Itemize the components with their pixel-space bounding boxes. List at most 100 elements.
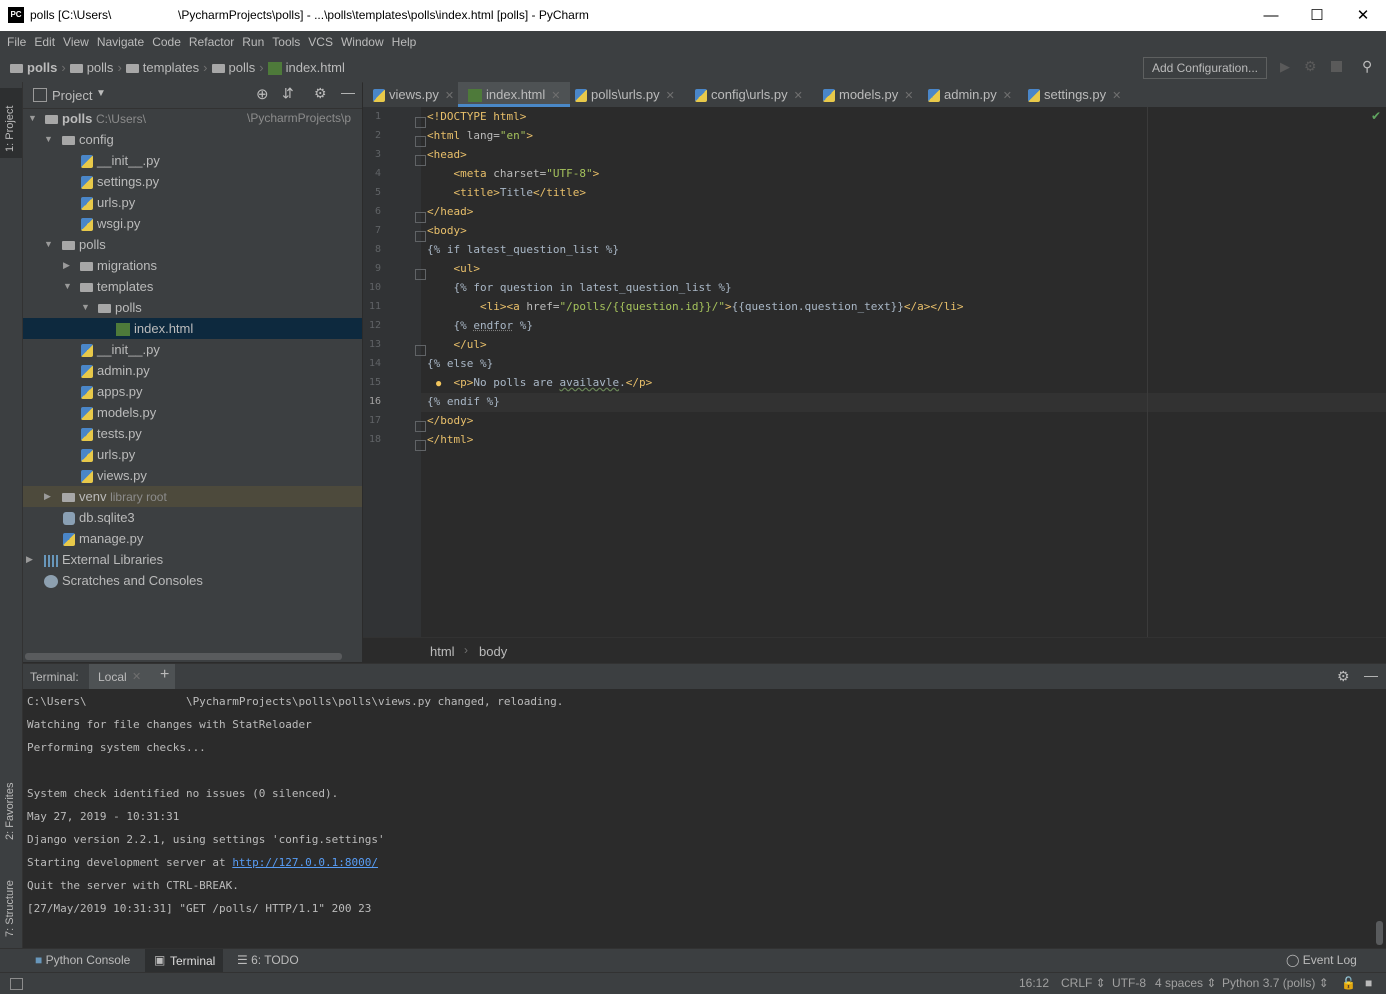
- tree-item[interactable]: db.sqlite3: [23, 507, 362, 528]
- close-tab-icon[interactable]: ✕: [904, 90, 913, 102]
- hide-panel-icon[interactable]: —: [341, 84, 355, 100]
- collapse-all-icon[interactable]: ⇵: [282, 85, 294, 102]
- menu-file[interactable]: File: [3, 31, 30, 54]
- breadcrumb-body[interactable]: body: [479, 644, 507, 659]
- line-separator[interactable]: CRLF ⇕: [1061, 976, 1106, 990]
- file-encoding[interactable]: UTF-8: [1112, 976, 1146, 990]
- close-button[interactable]: ✕: [1340, 0, 1386, 31]
- favorites-tool-tab[interactable]: 2: Favorites: [0, 762, 22, 842]
- breadcrumb-item[interactable]: polls: [229, 60, 256, 75]
- tree-item[interactable]: ▶ External Libraries: [23, 549, 362, 570]
- tree-item[interactable]: ▼ templates: [23, 276, 362, 297]
- menu-run[interactable]: Run: [238, 31, 268, 54]
- close-tab-icon[interactable]: ✕: [794, 90, 803, 102]
- fold-icon[interactable]: [415, 117, 426, 128]
- lightbulb-icon[interactable]: ●: [435, 376, 442, 390]
- tree-item[interactable]: tests.py: [23, 423, 362, 444]
- maximize-button[interactable]: ☐: [1294, 0, 1340, 31]
- menu-refactor[interactable]: Refactor: [185, 31, 238, 54]
- tree-item[interactable]: manage.py: [23, 528, 362, 549]
- menu-code[interactable]: Code: [148, 31, 185, 54]
- close-tab-icon[interactable]: ✕: [666, 90, 675, 102]
- horizontal-scrollbar[interactable]: [25, 653, 342, 660]
- locate-icon[interactable]: ⊕: [256, 85, 269, 103]
- close-tab-icon[interactable]: ✕: [1112, 90, 1121, 102]
- fold-icon[interactable]: [415, 269, 426, 280]
- add-configuration-button[interactable]: Add Configuration...: [1143, 57, 1267, 79]
- tree-item[interactable]: ▼ config: [23, 129, 362, 150]
- tree-item-venv[interactable]: ▶ venv library root: [23, 486, 362, 507]
- fold-icon[interactable]: [415, 345, 426, 356]
- stop-icon[interactable]: [1331, 61, 1342, 72]
- tree-item[interactable]: views.py: [23, 465, 362, 486]
- fold-icon[interactable]: [415, 212, 426, 223]
- project-tool-tab[interactable]: 1: Project: [0, 88, 22, 158]
- todo-tab[interactable]: ☰ 6: TODO: [237, 953, 299, 967]
- fold-icon[interactable]: [415, 136, 426, 147]
- gear-icon[interactable]: ⚙: [314, 85, 327, 102]
- tree-item[interactable]: models.py: [23, 402, 362, 423]
- gear-icon[interactable]: ⚙: [1337, 668, 1350, 685]
- scrollbar-thumb[interactable]: [1376, 921, 1383, 945]
- tree-item-selected[interactable]: index.html: [23, 318, 362, 339]
- python-interpreter[interactable]: Python 3.7 (polls) ⇕: [1222, 976, 1329, 990]
- terminal-tool-tab[interactable]: ▣ Terminal: [145, 949, 223, 973]
- fold-icon[interactable]: [415, 155, 426, 166]
- event-log-tab[interactable]: ◯ Event Log: [1286, 953, 1357, 967]
- menu-tools[interactable]: Tools: [268, 31, 304, 54]
- caret-position[interactable]: 16:12: [1019, 976, 1049, 990]
- close-tab-icon[interactable]: ✕: [132, 670, 141, 683]
- python-console-tab[interactable]: ■ Python Console: [35, 953, 130, 967]
- close-tab-icon[interactable]: ✕: [1003, 90, 1012, 102]
- tree-item[interactable]: settings.py: [23, 171, 362, 192]
- tab-models-py[interactable]: models.py ✕: [813, 82, 923, 107]
- lock-icon[interactable]: 🔓: [1341, 976, 1356, 990]
- hide-panel-icon[interactable]: —: [1364, 667, 1378, 683]
- tab-polls-urls-py[interactable]: polls\urls.py ✕: [565, 82, 687, 107]
- code-editor[interactable]: 1 2 3 4 5 6 7 8 9 10 11 12 13 14 15 16 1…: [363, 107, 1386, 637]
- search-icon[interactable]: ⚲: [1362, 58, 1372, 75]
- tree-item[interactable]: ▼ polls: [23, 297, 362, 318]
- tab-settings-py[interactable]: settings.py ✕: [1018, 82, 1131, 107]
- server-url-link[interactable]: http://127.0.0.1:8000/: [232, 856, 378, 869]
- tab-views-py[interactable]: views.py ✕: [363, 82, 460, 107]
- breadcrumb-item[interactable]: polls: [27, 60, 57, 75]
- tree-item[interactable]: Scratches and Consoles: [23, 570, 362, 591]
- terminal-output[interactable]: C:\Users\ \PycharmProjects\polls\polls\v…: [23, 689, 1373, 948]
- tab-admin-py[interactable]: admin.py ✕: [918, 82, 1023, 107]
- tree-item[interactable]: urls.py: [23, 444, 362, 465]
- fold-icon[interactable]: [415, 440, 426, 451]
- tree-item[interactable]: ▶ migrations: [23, 255, 362, 276]
- tree-item[interactable]: wsgi.py: [23, 213, 362, 234]
- tree-item[interactable]: __init__.py: [23, 339, 362, 360]
- inspection-ok-icon[interactable]: ✔: [1371, 109, 1381, 123]
- close-tab-icon[interactable]: ✕: [445, 90, 454, 102]
- fold-icon[interactable]: [415, 421, 426, 432]
- menu-help[interactable]: Help: [388, 31, 421, 54]
- breadcrumb-item[interactable]: templates: [143, 60, 199, 75]
- tree-item[interactable]: admin.py: [23, 360, 362, 381]
- indent-setting[interactable]: 4 spaces ⇕: [1155, 976, 1216, 990]
- debug-icon[interactable]: ⚙: [1304, 58, 1317, 75]
- terminal-scrollbar[interactable]: [1373, 689, 1386, 948]
- tree-item[interactable]: urls.py: [23, 192, 362, 213]
- chevron-down-icon[interactable]: ▼: [96, 88, 106, 99]
- menu-edit[interactable]: Edit: [30, 31, 59, 54]
- breadcrumb-item[interactable]: index.html: [286, 60, 345, 75]
- new-terminal-tab-icon[interactable]: +: [160, 666, 169, 684]
- breadcrumb-item[interactable]: polls: [87, 60, 114, 75]
- breadcrumb-html[interactable]: html: [430, 644, 455, 659]
- structure-tool-tab[interactable]: 7: Structure: [0, 857, 22, 937]
- tab-config-urls-py[interactable]: config\urls.py ✕: [685, 82, 818, 107]
- menu-view[interactable]: View: [59, 31, 93, 54]
- close-tab-icon[interactable]: ✕: [551, 90, 560, 102]
- run-icon[interactable]: ▶: [1280, 59, 1290, 75]
- tree-item[interactable]: apps.py: [23, 381, 362, 402]
- minimize-button[interactable]: —: [1248, 0, 1294, 31]
- toggle-tool-windows-icon[interactable]: [10, 978, 23, 990]
- project-view-selector[interactable]: Project: [52, 88, 92, 103]
- tree-item[interactable]: ▼ polls: [23, 234, 362, 255]
- tab-index-html[interactable]: index.html ✕: [458, 82, 570, 107]
- menu-vcs[interactable]: VCS: [304, 31, 337, 54]
- menu-window[interactable]: Window: [337, 31, 388, 54]
